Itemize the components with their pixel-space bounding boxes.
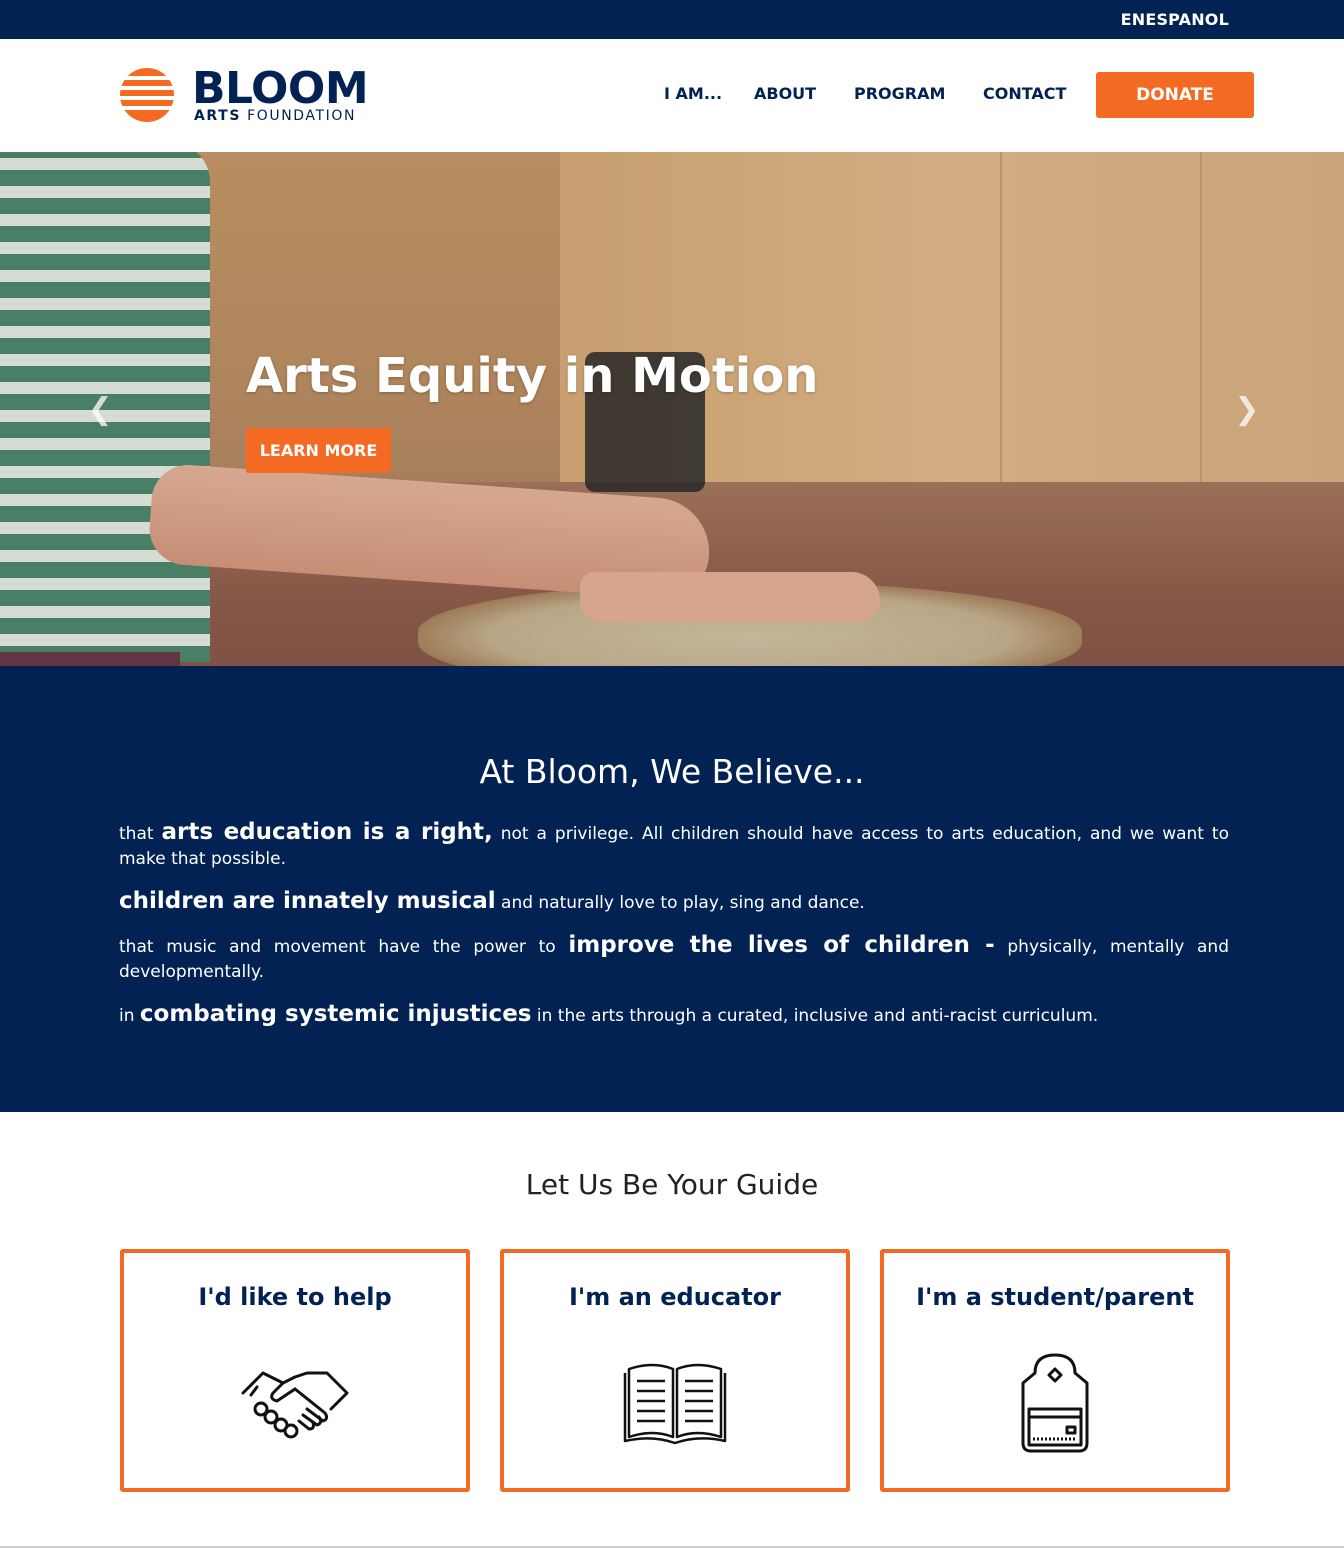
guide-heading: Let Us Be Your Guide	[525, 1168, 819, 1201]
beliefs-section: At Bloom, We Believe... that arts educat…	[0, 666, 1344, 1112]
card-title: I'm an educator	[568, 1283, 782, 1311]
learn-more-button[interactable]: LEARN MORE	[246, 428, 391, 473]
logo-mark-icon	[120, 68, 174, 122]
site-header: BLOOM ARTS FOUNDATION I AM... ABOUT PROG…	[0, 39, 1344, 152]
card-help[interactable]: I'd like to help	[120, 1249, 470, 1492]
beliefs-heading: At Bloom, We Believe...	[479, 752, 865, 791]
hero-carousel: Arts Equity in Motion LEARN MORE ❮ ❯	[0, 152, 1344, 666]
handshake-icon	[241, 1371, 349, 1439]
card-educator[interactable]: I'm an educator	[500, 1249, 850, 1492]
open-book-icon	[623, 1363, 727, 1445]
language-link[interactable]: ENESPANOL	[1121, 10, 1229, 29]
logo[interactable]: BLOOM ARTS FOUNDATION	[119, 63, 379, 127]
chevron-right-icon[interactable]: ❯	[1233, 392, 1261, 427]
top-bar: ENESPANOL	[0, 0, 1344, 39]
chevron-left-icon[interactable]: ❮	[86, 392, 114, 427]
card-student-parent[interactable]: I'm a student/parent	[880, 1249, 1230, 1492]
card-title: I'd like to help	[198, 1283, 392, 1311]
nav-about[interactable]: ABOUT	[754, 84, 816, 103]
beliefs-list: that arts education is a right, not a pr…	[119, 820, 1229, 1046]
nav-program[interactable]: PROGRAM	[854, 84, 945, 103]
belief-item: that arts education is a right, not a pr…	[119, 819, 1229, 870]
belief-item: in combating systemic injustices in the …	[119, 1001, 1099, 1027]
belief-item: children are innately musical and natura…	[119, 888, 865, 914]
hero-title: Arts Equity in Motion	[246, 348, 819, 404]
card-title: I'm a student/parent	[916, 1283, 1194, 1311]
nav-i-am[interactable]: I AM...	[664, 84, 722, 103]
belief-item: that music and movement have the power t…	[119, 932, 1229, 983]
logo-subtitle: ARTS FOUNDATION	[194, 108, 357, 124]
guide-section: Let Us Be Your Guide I'd like to help I'…	[0, 1112, 1344, 1548]
hero-overlay	[0, 152, 1344, 666]
donate-button[interactable]: DONATE	[1096, 72, 1254, 118]
nav-contact[interactable]: CONTACT	[983, 84, 1066, 103]
backpack-icon	[1021, 1353, 1089, 1453]
